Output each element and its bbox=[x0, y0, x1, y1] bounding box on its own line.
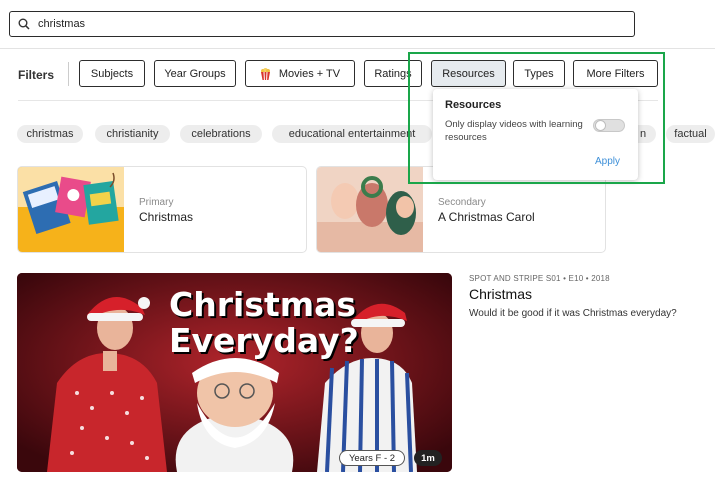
popup-description: Only display videos with learning resour… bbox=[445, 119, 583, 143]
video-meta: SPOT AND STRIPE S01 • E10 • 2018 bbox=[469, 274, 610, 283]
popcorn-icon bbox=[260, 67, 270, 80]
card-kind-label: Secondary bbox=[438, 197, 486, 208]
tag-factual[interactable]: factual bbox=[666, 125, 715, 143]
video-description: Would it be good if it was Christmas eve… bbox=[469, 308, 677, 319]
card-kind-label: Primary bbox=[139, 197, 174, 208]
video-thumbnail[interactable]: Christmas Everyday? bbox=[17, 273, 452, 472]
filter-movies-tv-label: Movies + TV bbox=[278, 67, 341, 80]
toggle-knob bbox=[595, 120, 606, 131]
filter-types-button[interactable]: Types bbox=[513, 60, 565, 87]
filter-more-button[interactable]: More Filters bbox=[573, 60, 658, 87]
card-title: A Christmas Carol bbox=[438, 210, 535, 224]
filter-ratings-button[interactable]: Ratings bbox=[364, 60, 422, 87]
search-icon bbox=[18, 18, 30, 30]
learning-resources-toggle[interactable] bbox=[593, 119, 625, 132]
filter-subjects-button[interactable]: Subjects bbox=[79, 60, 145, 87]
header-divider bbox=[0, 48, 715, 49]
filter-movies-tv-button[interactable]: Movies + TV bbox=[245, 60, 355, 87]
filter-resources-button[interactable]: Resources bbox=[431, 60, 506, 87]
tag-educational-entertainment[interactable]: educational entertainment bbox=[272, 125, 432, 143]
popup-title: Resources bbox=[445, 99, 502, 111]
search-bar[interactable] bbox=[9, 11, 635, 37]
collection-card-primary[interactable]: Primary Christmas bbox=[17, 166, 307, 253]
tag-christianity[interactable]: christianity bbox=[95, 125, 170, 143]
video-title[interactable]: Christmas bbox=[469, 286, 532, 302]
tag-christmas[interactable]: christmas bbox=[17, 125, 83, 143]
card-title: Christmas bbox=[139, 210, 194, 224]
year-group-badge: Years F - 2 bbox=[339, 450, 405, 466]
resources-popup: Resources Only display videos with learn… bbox=[433, 89, 638, 180]
christmas-cards-thumbnail bbox=[18, 167, 124, 252]
filter-year-groups-button[interactable]: Year Groups bbox=[154, 60, 236, 87]
filters-separator bbox=[68, 62, 69, 86]
search-input[interactable] bbox=[36, 17, 600, 31]
video-overlay-line-2: Everyday? bbox=[169, 321, 359, 360]
video-overlay-title: Christmas Everyday? bbox=[169, 285, 359, 360]
christmas-carol-thumbnail bbox=[317, 167, 423, 252]
filters-label: Filters bbox=[18, 68, 55, 82]
duration-badge: 1m bbox=[414, 450, 442, 466]
apply-button[interactable]: Apply bbox=[595, 156, 620, 167]
tag-celebrations[interactable]: celebrations bbox=[180, 125, 262, 143]
video-overlay-line-1: Christmas bbox=[169, 285, 357, 324]
